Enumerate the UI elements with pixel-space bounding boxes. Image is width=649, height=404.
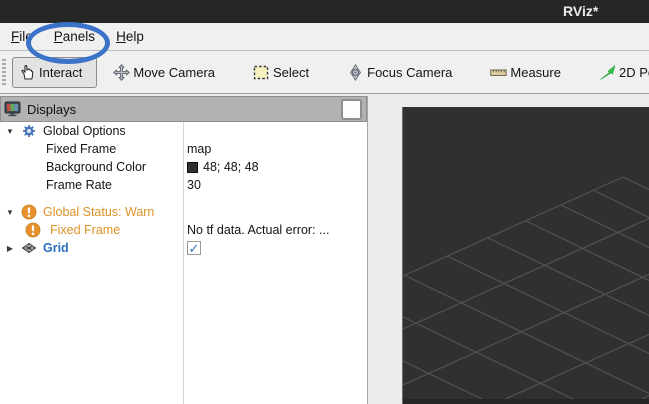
tf-error-message: No tf data. Actual error: ... — [183, 221, 367, 239]
gear-icon — [21, 123, 37, 139]
select-tool-button[interactable]: Select — [247, 58, 315, 87]
pose-estimate-tool-button[interactable]: 2D Pose Esti — [593, 58, 649, 87]
row-value — [183, 203, 367, 221]
color-value-text: 48; 48; 48 — [203, 160, 259, 174]
menu-bar: File Panels Help — [0, 23, 649, 51]
frame-rate-value[interactable]: 30 — [183, 176, 367, 194]
panel-float-button[interactable] — [341, 99, 362, 120]
interact-tool-button[interactable]: Interact — [12, 57, 97, 88]
crosshair-icon — [347, 64, 364, 81]
warning-icon — [21, 204, 37, 220]
focus-camera-tool-button[interactable]: Focus Camera — [341, 58, 458, 87]
row-label: Fixed Frame — [46, 142, 116, 156]
displays-monitor-icon — [4, 101, 22, 117]
select-tool-label: Select — [273, 65, 309, 80]
render-viewport-3d[interactable] — [402, 107, 649, 404]
measure-tool-button[interactable]: Measure — [484, 58, 567, 87]
warning-icon — [25, 222, 41, 238]
grid-icon — [21, 240, 37, 256]
ruler-icon — [490, 64, 507, 81]
ground-grid-graphic — [403, 107, 649, 404]
row-label: Background Color — [46, 160, 146, 174]
menu-file[interactable]: File — [8, 27, 36, 46]
row-label: Frame Rate — [46, 178, 112, 192]
background-color-value[interactable]: 48; 48; 48 — [183, 158, 367, 176]
measure-tool-label: Measure — [510, 65, 561, 80]
row-label: Global Options — [43, 124, 126, 138]
green-arrow-icon — [599, 64, 616, 81]
color-swatch — [187, 162, 198, 173]
title-bar: RViz* — [0, 0, 649, 23]
menu-panels[interactable]: Panels — [51, 27, 98, 46]
row-label: Global Status: Warn — [43, 205, 154, 219]
interact-tool-label: Interact — [39, 65, 82, 80]
move-camera-tool-button[interactable]: Move Camera — [107, 58, 221, 87]
main-area: Displays ▼ — [0, 95, 649, 404]
pose-estimate-tool-label: 2D Pose Esti — [619, 65, 649, 80]
row-value — [183, 122, 367, 140]
toolbar-drag-handle[interactable] — [2, 59, 6, 85]
fixed-frame-value[interactable]: map — [183, 140, 367, 158]
move-arrows-icon — [113, 64, 130, 81]
move-camera-tool-label: Move Camera — [133, 65, 215, 80]
hand-cursor-icon — [19, 64, 36, 81]
rviz-window: RViz* File Panels Help Interact — [0, 0, 649, 404]
expander-right-icon[interactable]: ▶ — [5, 244, 15, 253]
displays-panel-header: Displays — [0, 96, 367, 122]
row-label: Grid — [43, 241, 69, 255]
focus-camera-tool-label: Focus Camera — [367, 65, 452, 80]
displays-panel: Displays ▼ — [0, 96, 368, 404]
menu-help[interactable]: Help — [113, 27, 147, 46]
tree-column-divider[interactable] — [183, 122, 184, 404]
selection-box-icon — [253, 64, 270, 81]
expander-down-icon[interactable]: ▼ — [5, 127, 15, 136]
displays-panel-title: Displays — [27, 102, 341, 117]
window-title: RViz* — [563, 3, 598, 19]
displays-tree: ▼ Global Options — [0, 122, 367, 404]
expander-down-icon[interactable]: ▼ — [5, 208, 15, 217]
grid-enabled-checkbox[interactable]: ✓ — [187, 241, 201, 255]
tool-bar: Interact Move Camera Select — [0, 51, 649, 94]
row-label: Fixed Frame — [50, 223, 120, 237]
